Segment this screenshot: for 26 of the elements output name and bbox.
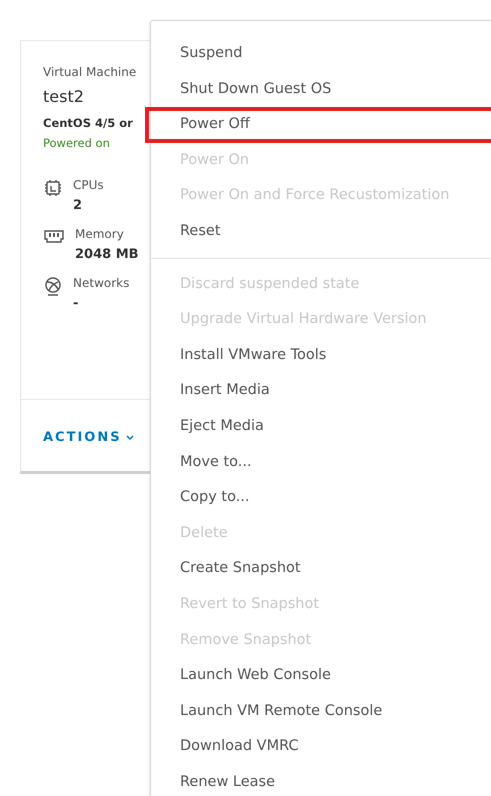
menu-item[interactable]: Copy to... (151, 480, 491, 516)
card-type-label: Virtual Machine (43, 65, 138, 79)
actions-button[interactable]: ACTIONS (43, 430, 134, 445)
menu-item[interactable]: Suspend (151, 36, 491, 72)
network-icon (43, 276, 63, 296)
chip-icon (43, 178, 63, 198)
menu-item[interactable]: Install VMware Tools (151, 338, 491, 374)
spec-value: 2 (73, 198, 84, 213)
menu-item[interactable]: Create Snapshot (151, 551, 491, 587)
menu-item[interactable]: Launch Web Console (151, 658, 491, 694)
menu-item[interactable]: Reset (151, 214, 491, 250)
spec-value: 2048 MB (75, 247, 139, 262)
menu-item[interactable]: Download VMRC (151, 729, 491, 765)
power-state: Powered on (43, 136, 111, 150)
menu-item[interactable]: Launch VM Remote Console (151, 694, 491, 730)
menu-item[interactable]: Renew Lease (151, 764, 491, 796)
menu-item[interactable]: Eject Media (151, 408, 491, 445)
menu-item[interactable]: Shut Down Guest OS (151, 72, 491, 108)
menu-item[interactable]: Move to... (151, 444, 491, 480)
menu-item[interactable]: Power Off (151, 107, 491, 143)
caret-icon (126, 434, 134, 440)
menu-item[interactable]: Insert Media (151, 373, 491, 409)
spec-value: - (73, 296, 80, 311)
spec-label: Networks (73, 276, 130, 290)
spec-label: CPUs (73, 178, 104, 192)
spec-label: Memory (75, 227, 125, 241)
